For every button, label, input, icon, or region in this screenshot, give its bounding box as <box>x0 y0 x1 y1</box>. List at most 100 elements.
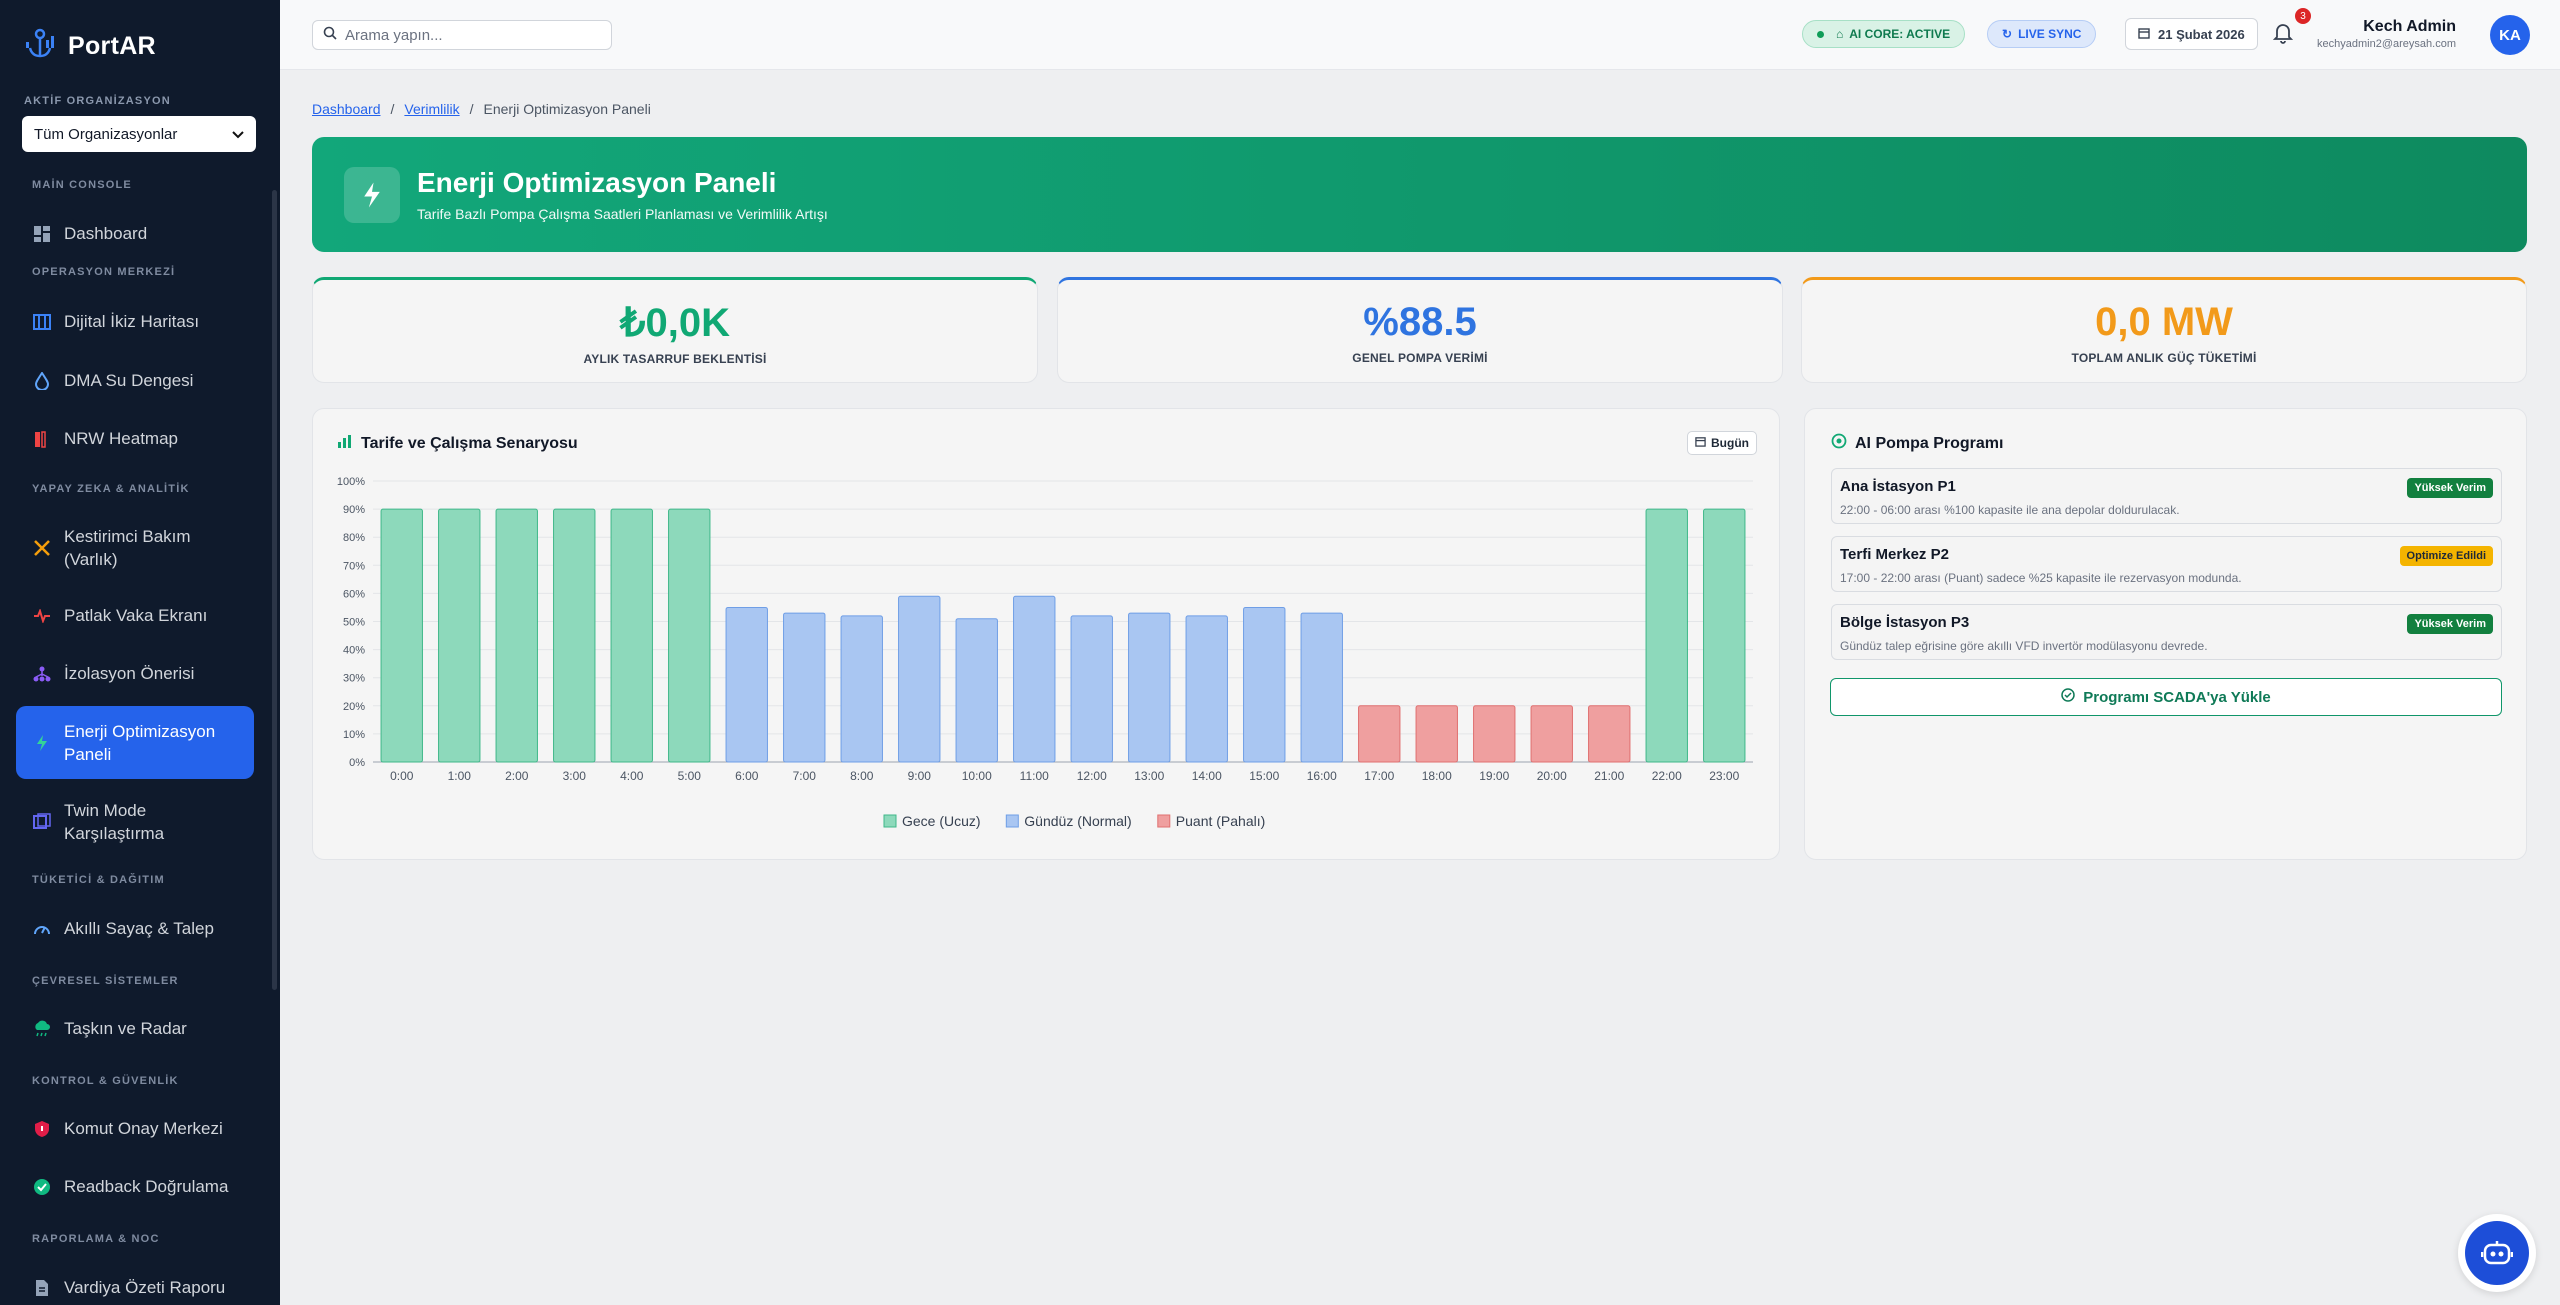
section-env: ÇEVRESEL SİSTEMLER <box>32 975 179 987</box>
chart-bar <box>898 595 941 763</box>
sidebar-item-label: Dashboard <box>64 224 148 243</box>
map-icon <box>32 312 52 332</box>
x-tick-label: 7:00 <box>793 769 817 783</box>
x-tick-label: 16:00 <box>1307 769 1337 783</box>
chart-bar <box>438 508 481 763</box>
robot-icon: ⌂ <box>1836 27 1844 41</box>
user-name: Kech Admin <box>2363 18 2456 35</box>
x-tick-label: 12:00 <box>1077 769 1107 783</box>
sync-icon: ↻ <box>2002 27 2013 41</box>
user-email: kechyadmin2@areysah.com <box>2317 38 2456 50</box>
sidebar-item-label-wrap: Enerji Optimizasyon Paneli <box>64 720 215 766</box>
sidebar-item-flood[interactable]: Taşkın ve Radar <box>16 1013 254 1045</box>
sidebar-scrollbar[interactable] <box>272 190 277 990</box>
sidebar-item-shift-report[interactable]: Vardiya Özeti Raporu <box>16 1272 254 1304</box>
sidebar-item-label: (Varlık) <box>64 550 118 569</box>
breadcrumb-separator: / <box>469 101 474 117</box>
program-item[interactable]: Terfi Merkez P2 17:00 - 22:00 arası (Pua… <box>1831 536 2502 592</box>
chart-bar <box>1185 615 1228 763</box>
robot-icon <box>1831 433 1847 454</box>
org-select-value: Tüm Organizasyonlar <box>34 125 178 143</box>
sidebar-item-label: Karşılaştırma <box>64 824 165 843</box>
legend-label: Puant (Pahalı) <box>1176 813 1266 829</box>
sidebar-item-label: Enerji Optimizasyon <box>64 721 216 741</box>
breadcrumb-verimlilik[interactable]: Verimlilik <box>404 101 459 117</box>
legend-label: Gündüz (Normal) <box>1024 813 1131 829</box>
sidebar-item-label: Taşkın ve Radar <box>64 1019 187 1038</box>
sidebar-item-predictive-maintenance[interactable]: Kestirimci Bakım (Varlık) <box>16 522 254 574</box>
y-tick-label: 20% <box>343 701 365 713</box>
x-tick-label: 5:00 <box>678 769 702 783</box>
app-name: PortAR <box>68 32 156 60</box>
topbar: Arama yapın... ⌂ AI CORE: ACTIVE ↻ LIVE … <box>280 0 2560 70</box>
section-ai: YAPAY ZEKA & ANALİTİK <box>32 483 190 495</box>
pulse-icon <box>32 606 52 626</box>
kpi-value: ₺0,0K <box>620 301 730 345</box>
page-subtitle: Tarife Bazlı Pompa Çalışma Saatleri Plan… <box>417 206 828 222</box>
sidebar-item-isolation[interactable]: İzolasyon Önerisi <box>16 658 254 690</box>
section-ops: OPERASYON MERKEZİ <box>32 266 176 278</box>
org-label: AKTİF ORGANİZASYON <box>24 95 171 107</box>
program-item[interactable]: Bölge İstasyon P3 Gündüz talep eğrisine … <box>1831 604 2502 660</box>
user-info[interactable]: Kech Admin kechyadmin2@areysah.com <box>2317 18 2456 50</box>
chart-bar <box>1070 615 1113 763</box>
x-tick-label: 6:00 <box>735 769 759 783</box>
chart-bar <box>380 508 423 763</box>
chart-bar <box>1473 705 1516 763</box>
status-dot-icon <box>1817 30 1824 38</box>
avatar[interactable]: KA <box>2490 15 2530 55</box>
breadcrumb: Dashboard / Verimlilik / Enerji Optimiza… <box>312 101 651 117</box>
sidebar-item-dashboard[interactable]: Dashboard <box>16 218 254 250</box>
tariff-bar-chart: 0% 10% 20% 30% 40% 50% 60% 70% 80% 90% 100% 0:00 1:0… <box>337 476 1753 829</box>
lightning-icon <box>344 167 400 223</box>
dashboard-icon <box>32 224 52 244</box>
sidebar-item-digital-twin[interactable]: Dijital İkiz Haritası <box>16 306 254 338</box>
chart-bar <box>1703 508 1746 763</box>
lightning-icon <box>32 733 52 753</box>
kpi-power: 0,0 MW TOPLAM ANLIK GÜÇ TÜKETİMİ <box>1801 277 2527 383</box>
y-tick-label: 30% <box>343 673 365 685</box>
live-sync-status: ↻ LIVE SYNC <box>1987 20 2097 48</box>
chart-bar <box>1530 705 1573 763</box>
program-item[interactable]: Ana İstasyon P1 22:00 - 06:00 arası %100… <box>1831 468 2502 524</box>
x-tick-label: 20:00 <box>1537 769 1567 783</box>
check-circle-icon <box>2061 688 2075 706</box>
network-icon <box>32 664 52 684</box>
upload-scada-button[interactable]: Programı SCADA'ya Yükle <box>1830 678 2502 716</box>
x-tick-label: 15:00 <box>1249 769 1279 783</box>
x-tick-label: 3:00 <box>563 769 587 783</box>
sidebar-item-dma[interactable]: DMA Su Dengesi <box>16 365 254 397</box>
legend-swatch <box>1157 814 1171 828</box>
app-logo[interactable]: PortAR <box>22 28 156 65</box>
kpi-savings: ₺0,0K AYLIK TASARRUF BEKLENTİSİ <box>312 277 1038 383</box>
notification-bell[interactable] <box>2272 22 2294 49</box>
sidebar-item-energy-optimization[interactable]: Enerji Optimizasyon Paneli <box>16 706 254 779</box>
program-item-name: Ana İstasyon P1 <box>1840 478 1956 495</box>
x-tick-label: 2:00 <box>505 769 529 783</box>
sidebar-item-twin-mode[interactable]: Twin Mode Karşılaştırma <box>16 796 254 848</box>
search-icon <box>323 26 337 44</box>
breadcrumb-current: Enerji Optimizasyon Paneli <box>483 101 651 117</box>
date-label: 21 Şubat 2026 <box>2158 26 2245 42</box>
sidebar-item-label: DMA Su Dengesi <box>64 371 194 390</box>
kpi-label: GENEL POMPA VERİMİ <box>1352 351 1488 365</box>
sidebar-item-command-approval[interactable]: Komut Onay Merkezi <box>16 1113 254 1145</box>
sidebar-item-nrw[interactable]: NRW Heatmap <box>16 423 254 455</box>
live-sync-label: LIVE SYNC <box>2018 27 2082 41</box>
y-tick-label: 90% <box>343 504 365 516</box>
search-input[interactable]: Arama yapın... <box>312 20 612 50</box>
section-report: RAPORLAMA & NOC <box>32 1233 160 1245</box>
sidebar-item-smart-meter[interactable]: Akıllı Sayaç & Talep <box>16 913 254 945</box>
y-tick-label: 40% <box>343 645 365 657</box>
status-badge: Yüksek Verim <box>2407 614 2493 634</box>
assistant-button[interactable] <box>2458 1214 2536 1292</box>
breadcrumb-dashboard[interactable]: Dashboard <box>312 101 381 117</box>
sidebar-item-label-wrap: Twin Mode Karşılaştırma <box>64 799 164 845</box>
sidebar-item-burst[interactable]: Patlak Vaka Ekranı <box>16 600 254 632</box>
x-tick-label: 14:00 <box>1192 769 1222 783</box>
sidebar-item-readback[interactable]: Readback Doğrulama <box>16 1171 254 1203</box>
search-placeholder: Arama yapın... <box>345 26 443 44</box>
y-tick-label: 70% <box>343 560 365 572</box>
robot-icon <box>2465 1221 2529 1285</box>
org-select[interactable]: Tüm Organizasyonlar <box>22 116 256 152</box>
